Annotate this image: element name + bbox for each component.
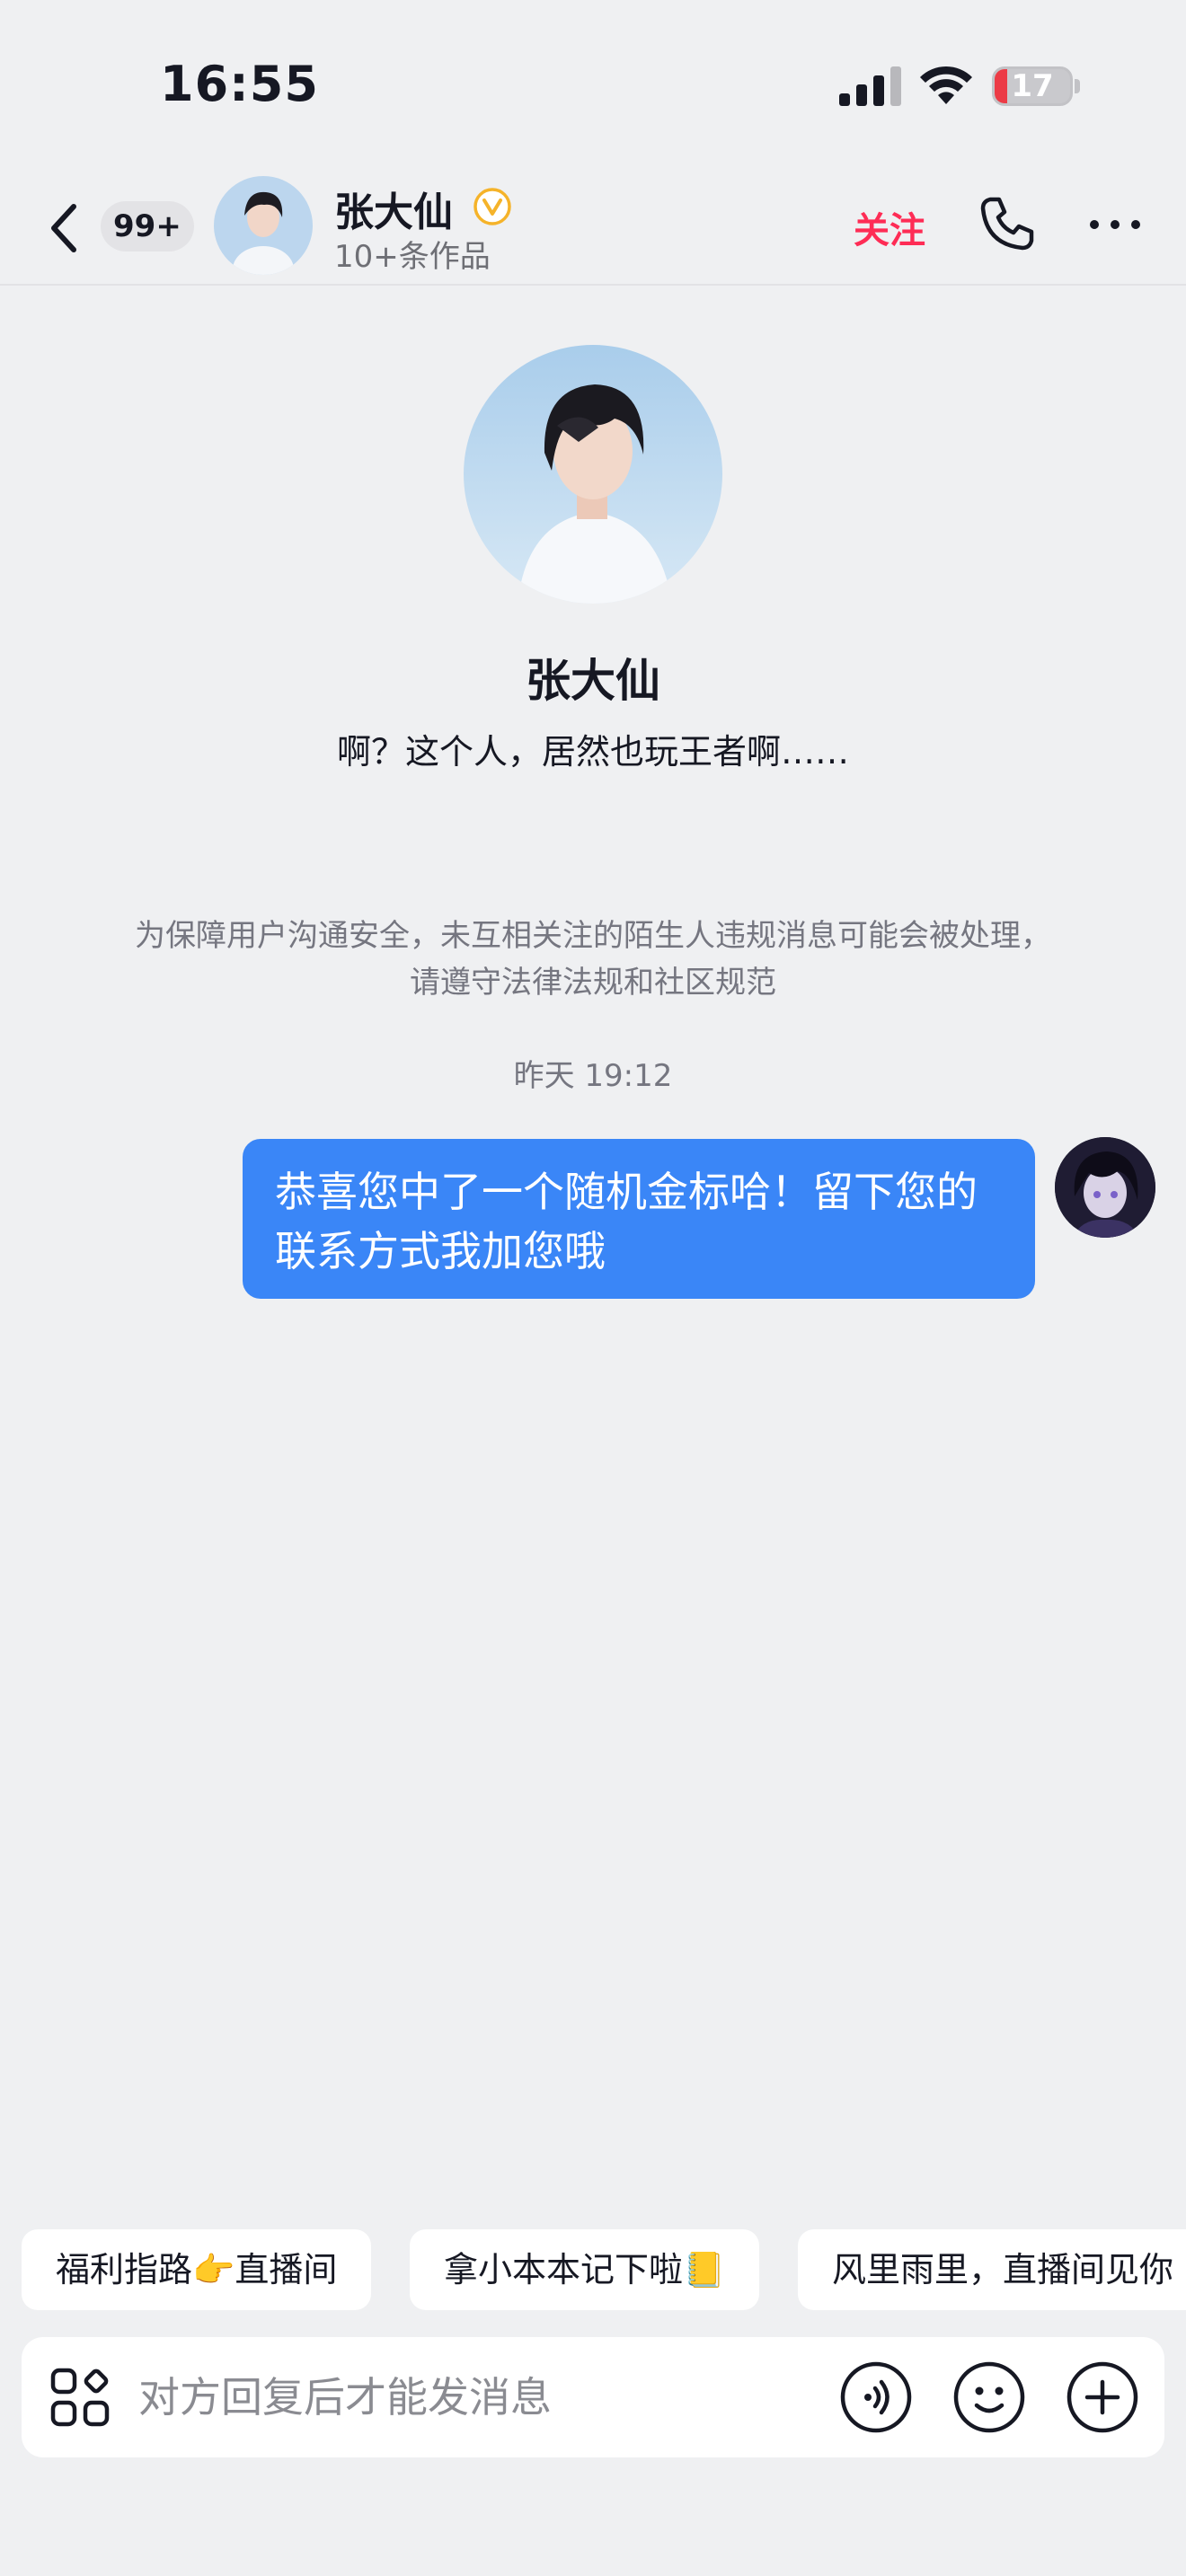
quick-reply-chip[interactable]: 拿小本本记下啦📒: [410, 2229, 760, 2310]
wifi-icon: [920, 66, 972, 104]
contact-name[interactable]: 张大仙: [334, 180, 453, 237]
message-input[interactable]: [138, 2357, 830, 2438]
contact-avatar[interactable]: [214, 176, 313, 275]
chat-header: 99+ 张大仙 10+条作品 关注: [0, 171, 1186, 286]
contact-works-count[interactable]: 10+条作品: [334, 232, 491, 276]
apps-icon[interactable]: [49, 2366, 111, 2429]
chat-screen: 16:55 17 99+ 张大仙 10+条作品 关注 张大仙 啊？这个人，居然也…: [0, 0, 1186, 2576]
status-time: 16:55: [160, 56, 319, 112]
status-bar: 16:55 17: [0, 0, 1186, 171]
unread-badge[interactable]: 99+: [101, 201, 194, 251]
profile-avatar[interactable]: [464, 345, 722, 604]
my-avatar[interactable]: [1055, 1137, 1155, 1238]
message-timestamp: 昨天 19:12: [513, 1058, 673, 1094]
message-bubble-sent[interactable]: 恭喜您中了一个随机金标哈！留下您的联系方式我加您哦: [243, 1139, 1035, 1299]
battery-level: 17: [1011, 68, 1054, 104]
voice-icon[interactable]: [839, 2360, 913, 2434]
more-icon[interactable]: [1085, 198, 1145, 251]
message-input-bar: [22, 2337, 1164, 2457]
emoji-icon[interactable]: [952, 2360, 1026, 2434]
battery-cap: [1075, 79, 1080, 93]
profile-signature: 啊？这个人，居然也玩王者啊……: [336, 732, 849, 772]
quick-replies: 福利指路👉直播间 拿小本本记下啦📒 风里雨里，直播间见你: [22, 2229, 1186, 2312]
back-icon[interactable]: [40, 196, 90, 260]
profile-name: 张大仙: [526, 655, 660, 707]
plus-icon[interactable]: [1066, 2360, 1139, 2434]
verified-icon: [474, 188, 511, 225]
phone-icon[interactable]: [978, 194, 1037, 253]
quick-reply-chip[interactable]: 福利指路👉直播间: [22, 2229, 372, 2310]
follow-button[interactable]: 关注: [854, 201, 925, 253]
quick-reply-chip[interactable]: 风里雨里，直播间见你: [798, 2229, 1186, 2310]
battery-icon: 17: [992, 66, 1073, 106]
safety-notice: 为保障用户沟通安全，未互相关注的陌生人违规消息可能会被处理，请遵守法律法规和社区…: [135, 918, 1051, 1001]
signal-icon: [839, 65, 902, 106]
